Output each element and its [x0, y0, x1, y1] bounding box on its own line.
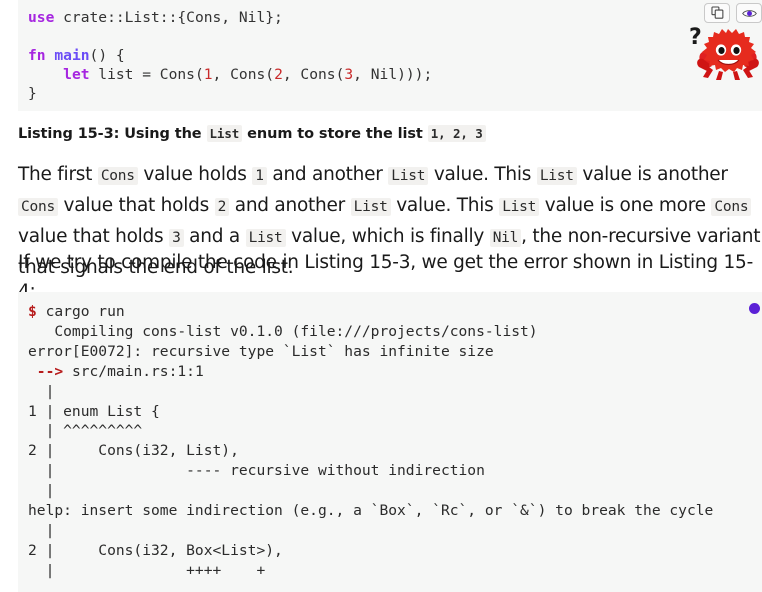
paragraph-1-inline-code-11: 2	[214, 198, 230, 216]
terminal-line-0: $ cargo run	[28, 302, 762, 322]
code-token: help: insert some indirection (e.g., a `…	[28, 502, 714, 520]
paragraph-1-inline-code-1: Cons	[97, 167, 138, 185]
paragraph-1-inline-code-23: Nil	[489, 229, 522, 247]
terminal-line-2: error[E0072]: recursive type `List` has …	[28, 342, 762, 362]
terminal-line-6: | ^^^^^^^^^	[28, 421, 762, 441]
terminal-line-5: 1 | enum List {	[28, 402, 762, 422]
code-token: Compiling cons-list v0.1.0 (file:///proj…	[28, 322, 538, 340]
eye-icon	[741, 4, 757, 23]
ferris-mascot: ?	[689, 23, 761, 85]
terminal-line-10: help: insert some indirection (e.g., a `…	[28, 501, 762, 521]
paragraph-1-inline-code-5: List	[388, 167, 429, 185]
copy-icon	[710, 4, 724, 23]
caption-inline-code-3: 1, 2, 3	[427, 125, 486, 142]
code-block-toolbar	[704, 3, 762, 23]
code-token: main	[54, 47, 90, 64]
code-token: cargo run	[36, 303, 125, 320]
code-token: fn	[28, 47, 46, 64]
paragraph-1-inline-code-17: Cons	[711, 198, 752, 216]
code-token: | ^^^^^^^^^	[28, 422, 143, 440]
code-token: | ---- recursive without indirection	[28, 462, 485, 480]
terminal-line-9: |	[28, 481, 762, 501]
code-token: 2 | Cons(i32, Box<List>),	[28, 541, 283, 559]
terminal-line-1: Compiling cons-list v0.1.0 (file:///proj…	[28, 322, 762, 342]
code-token: () {	[89, 47, 125, 64]
code-line-2: fn main() {	[28, 46, 762, 65]
question-mark-label: ?	[689, 25, 702, 50]
paragraph-1-text-6: value. This	[428, 164, 537, 185]
caption-text-2: enum to store the list	[242, 126, 428, 142]
caption-text-0: Listing 15-3: Using the	[18, 126, 207, 142]
paragraph-1-text-12: and another	[229, 195, 351, 216]
code-token: , Cons(	[282, 66, 345, 83]
paragraph-1-text-20: and a	[183, 226, 246, 247]
terminal-line-11: |	[28, 521, 762, 541]
terminal-line-13: | ++++ +	[28, 561, 762, 581]
code-line-4: }	[28, 84, 762, 103]
code-token: -->	[36, 362, 64, 380]
paragraph-1-inline-code-13: List	[350, 198, 391, 216]
code-token: error[E0072]: recursive type `List` has …	[28, 342, 494, 360]
terminal-lines: $ cargo run Compiling cons-list v0.1.0 (…	[28, 302, 762, 592]
code-token: 3	[344, 66, 354, 83]
code-token: , Cons(	[212, 66, 275, 83]
code-token: |	[28, 482, 55, 500]
terminal-line-12: 2 | Cons(i32, Box<List>),	[28, 541, 762, 561]
terminal-line-4: |	[28, 382, 762, 402]
paragraph-1-inline-code-15: List	[499, 198, 540, 216]
code-line-0: use crate::List::{Cons, Nil};	[28, 8, 762, 27]
code-token: 2 | Cons(i32, List),	[28, 442, 239, 460]
code-token: , Nil)));	[353, 66, 433, 83]
code-token: $	[28, 303, 37, 320]
code-line-3: let list = Cons(1, Cons(2, Cons(3, Nil))…	[28, 65, 762, 84]
terminal-output-block: $ cargo run Compiling cons-list v0.1.0 (…	[18, 292, 762, 592]
code-token: | ++++ +	[28, 561, 266, 579]
paragraph-1-text-4: and another	[266, 164, 389, 185]
terminal-line-7: 2 | Cons(i32, List),	[28, 441, 762, 461]
paragraph-1-text-18: value that holds	[18, 226, 170, 247]
code-token: |	[28, 521, 55, 539]
paragraph-1-inline-code-3: 1	[252, 167, 267, 185]
code-token: 1	[203, 66, 213, 83]
paragraph-1-inline-code-9: Cons	[18, 198, 58, 216]
show-hidden-lines-button[interactable]	[736, 3, 762, 23]
page-root: use crate::List::{Cons, Nil}; fn main() …	[0, 0, 762, 592]
code-token: }	[28, 85, 37, 102]
code-token: 1 | enum List {	[28, 402, 160, 420]
paragraph-1-text-22: value, which is finally	[285, 226, 490, 247]
copy-to-clipboard-button[interactable]	[704, 3, 730, 23]
listing-caption: Listing 15-3: Using the List enum to sto…	[18, 125, 486, 142]
paragraph-1-text-0: The first	[18, 164, 98, 185]
code-token: |	[28, 382, 55, 400]
rust-code-block: use crate::List::{Cons, Nil}; fn main() …	[18, 0, 762, 111]
terminal-line-8: | ---- recursive without indirection	[28, 461, 762, 481]
code-token: 2	[274, 66, 283, 83]
code-lines: use crate::List::{Cons, Nil}; fn main() …	[28, 8, 762, 103]
ferris-crab-icon	[697, 29, 759, 80]
terminal-line-14	[28, 581, 762, 592]
paragraph-1-text-8: value is another	[576, 164, 728, 185]
terminal-eye-indicator-icon[interactable]	[749, 303, 760, 314]
terminal-line-3: --> src/main.rs:1:1	[28, 362, 762, 382]
paragraph-1-text-16: value is one more	[539, 195, 712, 216]
paragraph-1-text-2: value holds	[137, 164, 253, 185]
code-token: crate::List::{Cons, Nil};	[54, 9, 283, 26]
paragraph-1-text-10: value that holds	[57, 195, 215, 216]
caption-inline-code-1: List	[206, 125, 243, 142]
code-token: list = Cons(	[89, 66, 204, 83]
paragraph-1-inline-code-19: 3	[169, 229, 184, 247]
paragraph-1-inline-code-7: List	[536, 167, 577, 185]
code-token: let	[63, 66, 90, 83]
code-token: use	[28, 9, 55, 26]
paragraph-1-text-14: value. This	[390, 195, 500, 216]
code-token: src/main.rs:1:1	[63, 362, 204, 380]
paragraph-1-inline-code-21: List	[245, 229, 286, 247]
